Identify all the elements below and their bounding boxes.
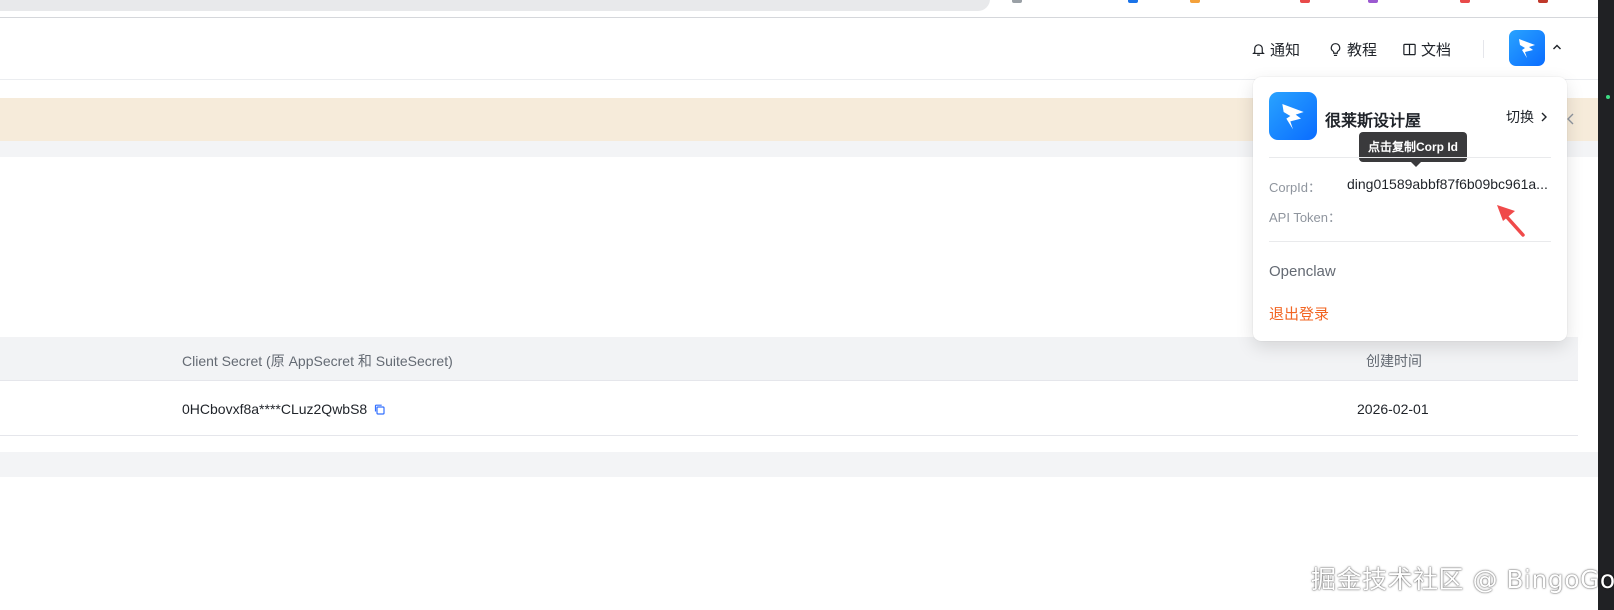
- logout-button[interactable]: 退出登录: [1269, 303, 1329, 324]
- dingtalk-logo-icon: [1282, 104, 1304, 130]
- section-gap: [0, 452, 1598, 477]
- nav-label: 教程: [1347, 41, 1378, 59]
- browser-address-bar[interactable]: [0, 0, 990, 11]
- switch-label: 切换: [1506, 109, 1534, 125]
- book-icon: [1403, 43, 1416, 55]
- extension-icon[interactable]: [1538, 0, 1548, 3]
- divider: [1269, 157, 1551, 158]
- table-row: 0HCbovxf8a****CLuz2QwbS8 2026-02-01: [0, 382, 1578, 436]
- nav-tutorial[interactable]: 教程: [1328, 39, 1377, 59]
- header-divider: [1483, 40, 1484, 58]
- switch-org-button[interactable]: 切换: [1506, 107, 1549, 127]
- page: 通知 教程 文档 Client Secret (原 AppSecret 和 Su…: [0, 0, 1614, 610]
- nav-notification[interactable]: 通知: [1251, 39, 1300, 59]
- divider: [1269, 241, 1551, 242]
- client-secret-value: 0HCbovxf8a****CLuz2QwbS8: [182, 401, 368, 417]
- extension-icon[interactable]: [1368, 0, 1378, 3]
- adjacent-window-edge: [1598, 0, 1614, 610]
- org-name: 很莱斯设计屋: [1325, 113, 1422, 130]
- nav-docs[interactable]: 文档: [1402, 39, 1451, 59]
- annotation-arrow-icon: [1497, 205, 1525, 237]
- browser-toolbar: [0, 0, 1600, 18]
- tooltip-arrow: [1411, 162, 1421, 167]
- extension-icon[interactable]: [1190, 0, 1200, 3]
- extension-icon[interactable]: [1460, 0, 1470, 3]
- bell-icon: [1252, 43, 1265, 56]
- status-dot: [1606, 95, 1610, 99]
- watermark: 掘金技术社区 @ BingoGo: [1311, 565, 1614, 594]
- lightbulb-icon: [1330, 42, 1341, 56]
- chevron-up-icon[interactable]: [1550, 40, 1564, 54]
- client-secret-cell: 0HCbovxf8a****CLuz2QwbS8: [182, 401, 386, 417]
- column-header-created: 创建时间: [1366, 353, 1422, 369]
- table-header: Client Secret (原 AppSecret 和 SuiteSecret…: [0, 337, 1578, 381]
- nav-label: 通知: [1270, 41, 1301, 59]
- org-avatar-button[interactable]: [1509, 30, 1545, 66]
- top-header: 通知 教程 文档: [0, 18, 1598, 80]
- column-header-client-secret: Client Secret (原 AppSecret 和 SuiteSecret…: [182, 353, 453, 369]
- dingtalk-logo-icon: [1519, 39, 1535, 58]
- nav-label: 文档: [1421, 41, 1452, 59]
- chevron-right-icon: [1541, 112, 1547, 122]
- api-token-label: API Token：: [1269, 210, 1342, 225]
- tooltip-text: 点击复制Corp Id: [1368, 140, 1458, 154]
- extension-icon[interactable]: [1128, 0, 1138, 3]
- corpid-value[interactable]: ding01589abbf87f6b09bc961a...: [1347, 176, 1548, 192]
- corpid-label: CorpId：: [1269, 180, 1322, 195]
- extension-icon[interactable]: [1012, 0, 1022, 3]
- copy-icon[interactable]: [373, 403, 386, 416]
- extension-icon[interactable]: [1300, 0, 1310, 3]
- created-date-cell: 2026-02-01: [1357, 401, 1429, 417]
- org-avatar: [1269, 92, 1317, 140]
- menu-item-openclaw[interactable]: Openclaw: [1269, 263, 1336, 280]
